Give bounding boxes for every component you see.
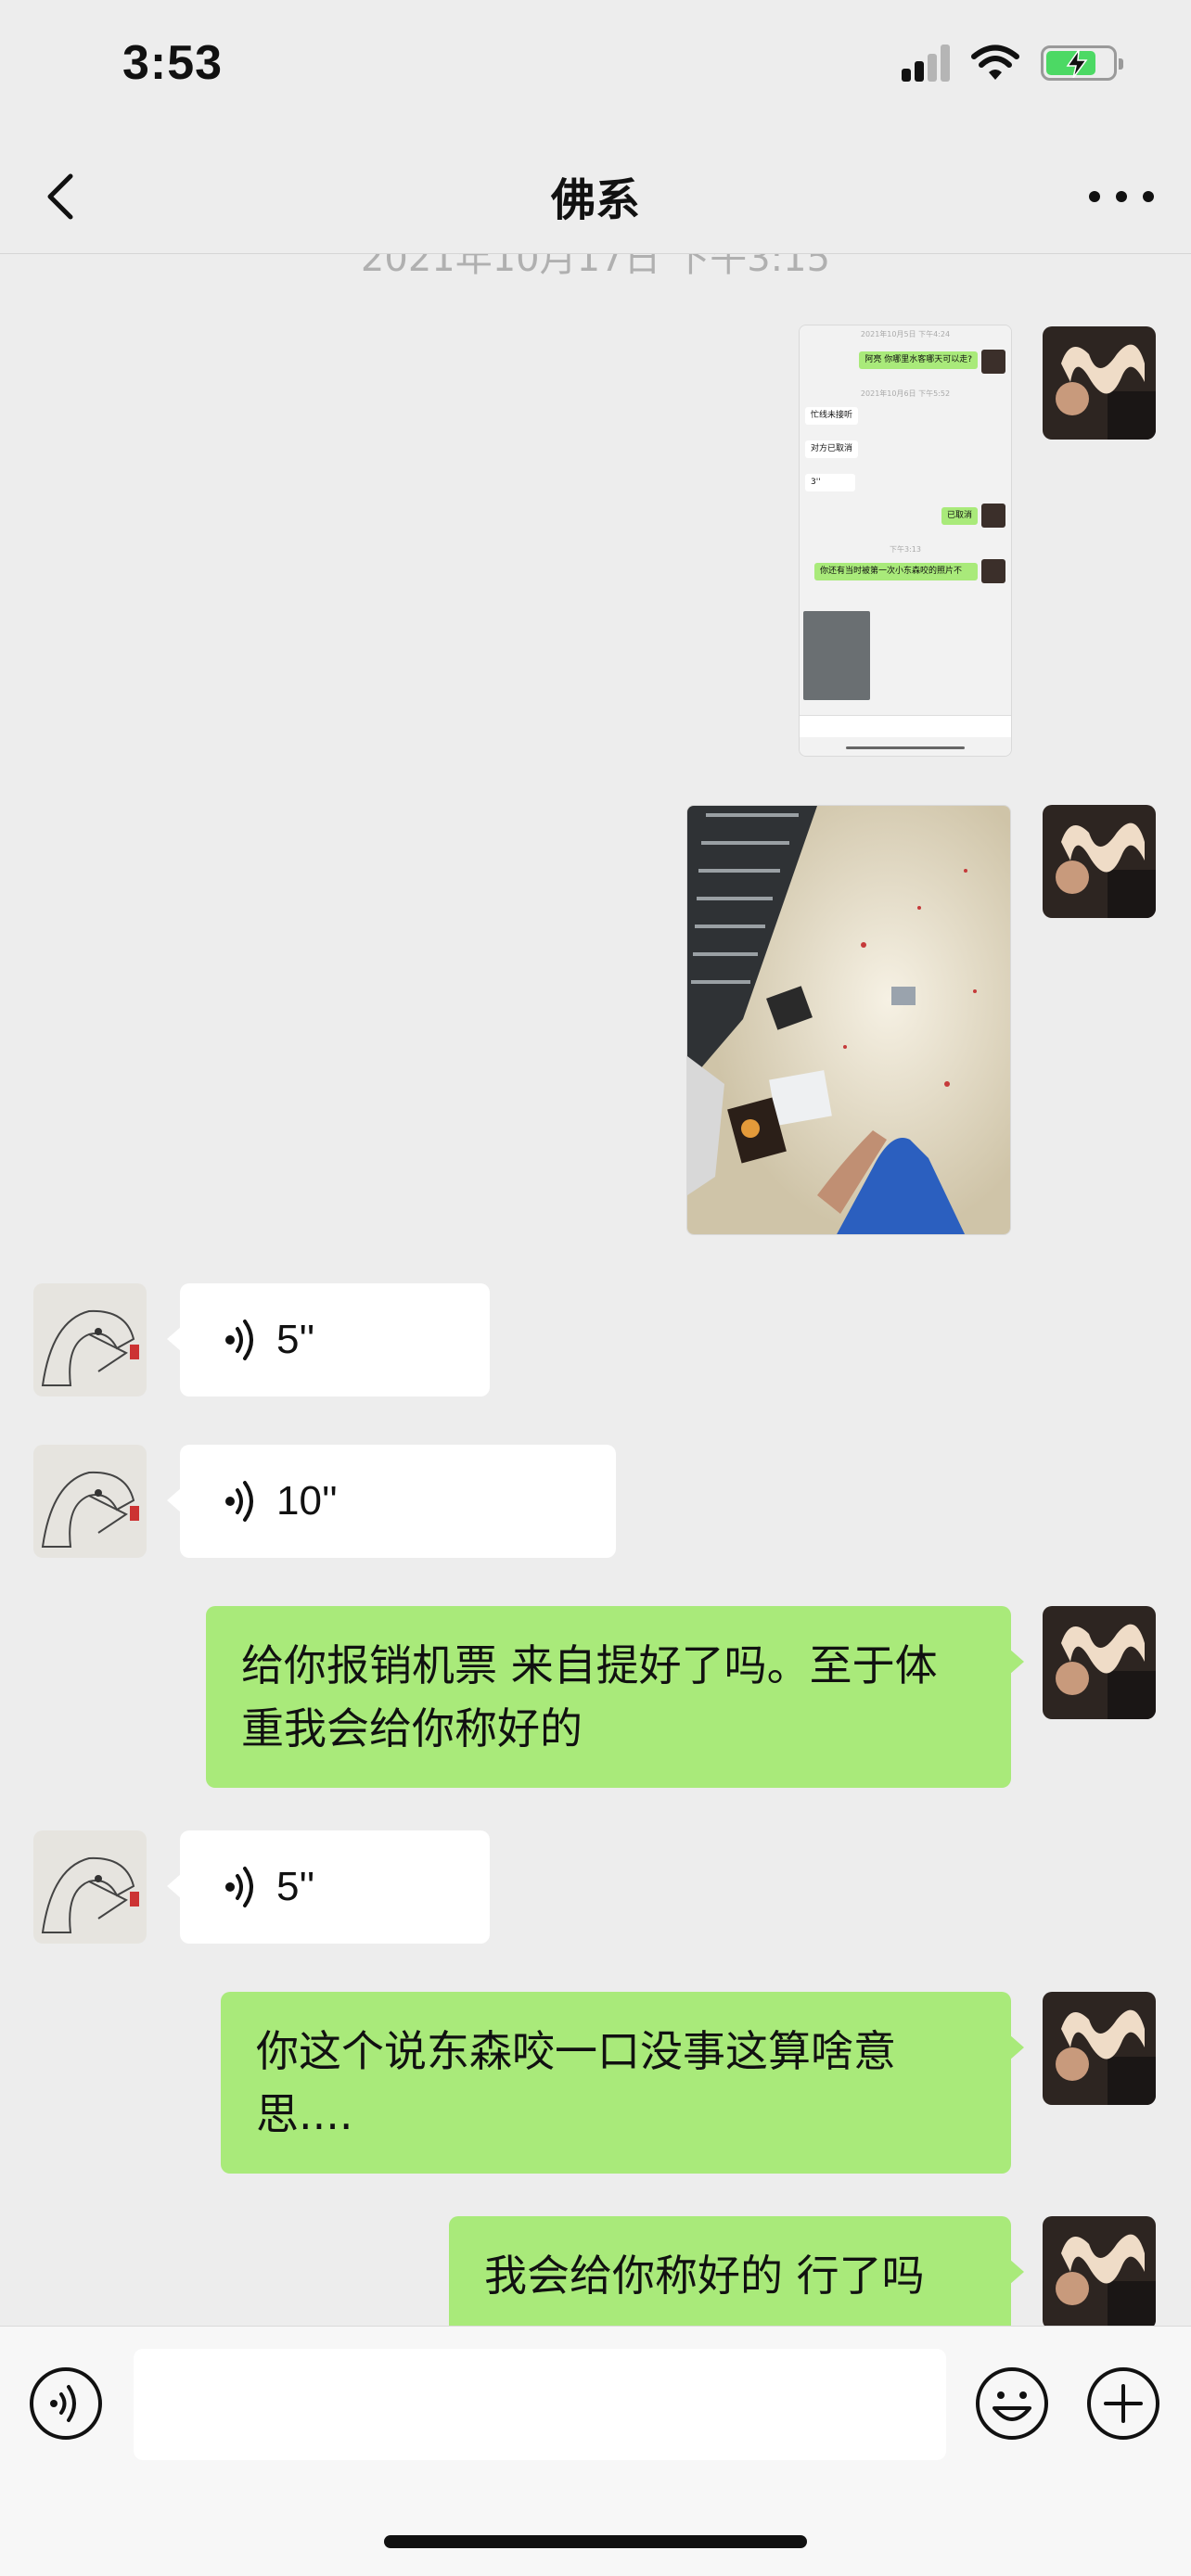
mini-avatar (981, 559, 1005, 583)
home-indicator[interactable] (384, 2535, 807, 2548)
status-time: 3:53 (122, 36, 224, 90)
text-message-bubble[interactable]: 给你报销机票 来自提好了吗。至于体重我会给你称好的 (206, 1606, 1024, 1788)
mini-timestamp: 下午3:13 (890, 545, 921, 554)
mini-bubble: 3'' (805, 474, 855, 491)
voice-wave-icon (225, 1867, 253, 1907)
wifi-icon (971, 45, 1019, 80)
mini-chat-screenshot: 2021年10月5日 下午4:24 阿亮 你哪里水客哪天可以走? 2021年10… (800, 325, 1011, 756)
mini-timestamp: 2021年10月5日 下午4:24 (860, 330, 951, 338)
voice-input-toggle-icon[interactable] (28, 2366, 104, 2442)
mini-bubble: 阿亮 你哪里水客哪天可以走? (859, 351, 978, 369)
my-avatar[interactable] (1043, 2216, 1156, 2326)
mini-bubble: 对方已取消 (805, 440, 859, 458)
more-dot-icon (1143, 191, 1154, 202)
my-avatar[interactable] (1043, 326, 1156, 440)
more-dot-icon (1116, 191, 1127, 202)
contact-avatar[interactable] (33, 1283, 147, 1396)
voice-duration: 5'' (276, 1317, 315, 1362)
my-avatar[interactable] (1043, 1992, 1156, 2105)
mini-avatar (981, 504, 1005, 528)
chat-area[interactable]: 2021年10月17日 下午3:15 2021年10月5日 下午4:24 阿亮 … (0, 254, 1191, 2326)
contact-avatar[interactable] (33, 1830, 147, 1944)
mini-photo-thumb (803, 611, 870, 700)
more-dot-icon (1089, 191, 1100, 202)
mini-bubble: 忙线未接听 (805, 407, 859, 425)
mini-home-indicator (846, 746, 965, 749)
status-bar: 3:53 (0, 0, 1191, 139)
floor-photo (687, 806, 1010, 1234)
charging-bolt-icon (1066, 50, 1088, 78)
status-icons (902, 45, 1123, 82)
text-message-bubble[interactable]: 我会给你称好的 行了吗 (449, 2216, 1024, 2326)
emoji-icon[interactable] (974, 2366, 1050, 2442)
message-input[interactable] (134, 2349, 946, 2460)
battery-icon (1041, 45, 1123, 81)
voice-wave-icon (225, 1481, 253, 1522)
cellular-signal-icon (902, 45, 950, 82)
photo-image-message[interactable] (686, 805, 1011, 1235)
plus-icon[interactable] (1085, 2366, 1161, 2442)
voice-message-bubble[interactable]: 5'' (167, 1830, 490, 1944)
my-avatar[interactable] (1043, 1606, 1156, 1719)
mini-avatar (981, 350, 1005, 374)
my-avatar[interactable] (1043, 805, 1156, 918)
mini-bubble: 你还有当时被第一次小东森咬的照片不 (814, 563, 978, 580)
more-options-button[interactable] (1089, 176, 1154, 217)
voice-duration: 10'' (276, 1478, 338, 1524)
voice-message-bubble[interactable]: 5'' (167, 1283, 490, 1396)
chat-title: 佛系 (550, 174, 640, 226)
voice-duration: 5'' (276, 1864, 315, 1909)
mini-input-bar (800, 715, 1011, 737)
voice-message-bubble[interactable]: 10'' (167, 1445, 616, 1558)
nav-bar: 佛系 (0, 139, 1191, 254)
mini-bubble: 已取消 (941, 507, 978, 525)
contact-avatar[interactable] (33, 1445, 147, 1558)
screenshot-image-message[interactable]: 2021年10月5日 下午4:24 阿亮 你哪里水客哪天可以走? 2021年10… (799, 325, 1012, 757)
voice-wave-icon (225, 1320, 253, 1360)
mini-timestamp: 2021年10月6日 下午5:52 (860, 389, 951, 398)
text-message-bubble[interactable]: 你这个说东森咬一口没事这算啥意思.... (221, 1992, 1024, 2174)
chat-timestamp: 2021年10月17日 下午3:15 (360, 254, 831, 280)
